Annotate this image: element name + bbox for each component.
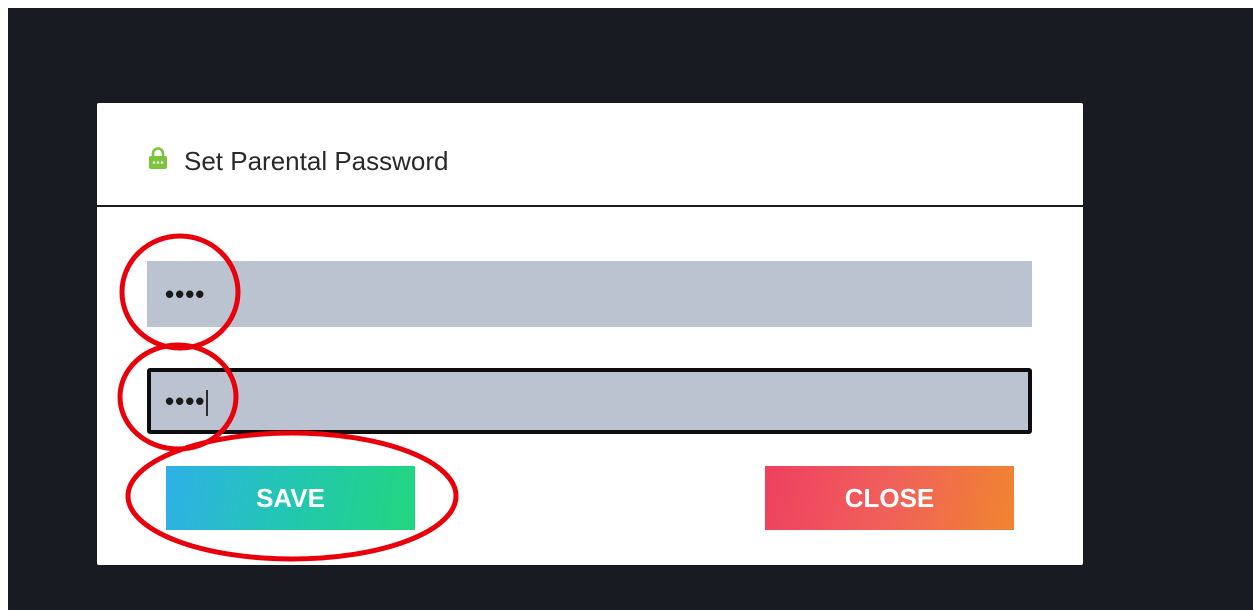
- confirm-password-value: ••••: [165, 386, 206, 416]
- dialog-title: Set Parental Password: [184, 146, 449, 176]
- app-screen: Set Parental Password •••• •••• SAVE CLO…: [8, 8, 1253, 610]
- parental-password-dialog: Set Parental Password •••• •••• SAVE CLO…: [97, 103, 1083, 565]
- password-value: ••••: [165, 279, 206, 309]
- lock-icon: [149, 147, 167, 169]
- password-input[interactable]: ••••: [147, 261, 1032, 327]
- dialog-header: Set Parental Password: [97, 103, 1083, 207]
- confirm-password-input[interactable]: ••••: [147, 368, 1032, 434]
- save-button[interactable]: SAVE: [166, 466, 415, 530]
- close-button[interactable]: CLOSE: [765, 466, 1014, 530]
- text-caret: [206, 390, 209, 417]
